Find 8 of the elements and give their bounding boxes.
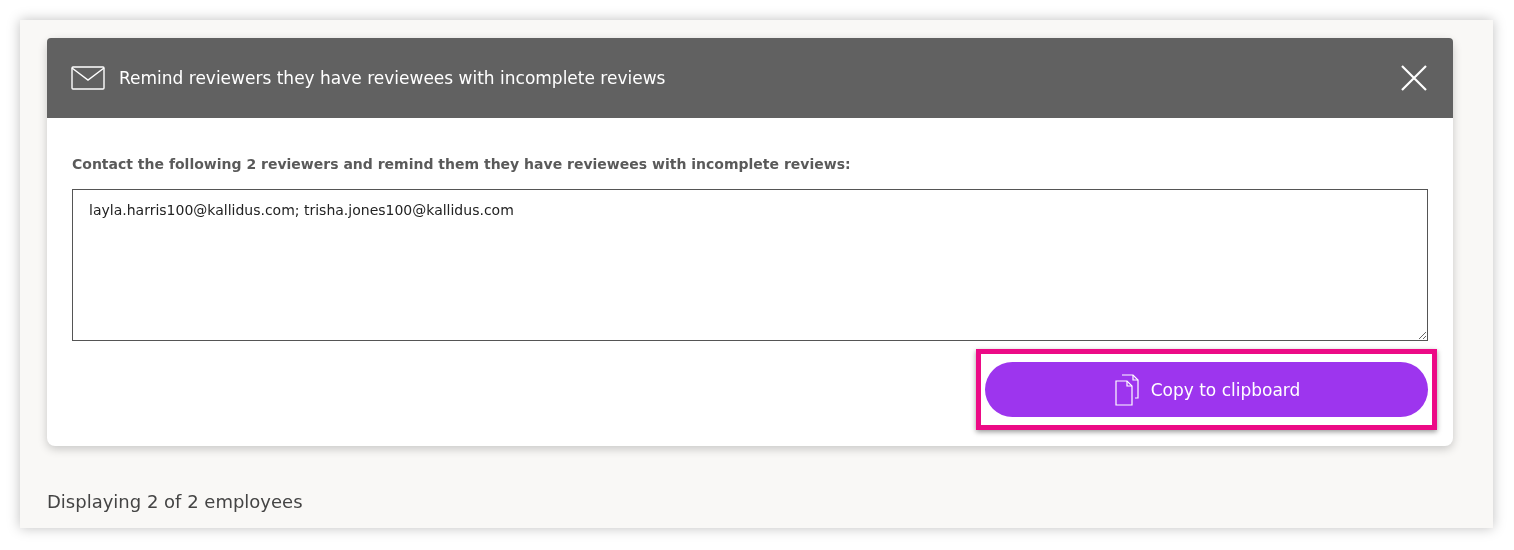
employee-count: Displaying 2 of 2 employees: [47, 491, 304, 512]
documents-icon: [1112, 373, 1141, 406]
close-button[interactable]: [1401, 65, 1427, 91]
envelope-icon: [71, 66, 105, 90]
instruction-text: Contact the following 2 reviewers and remind them they have reviewees with incomplete reviews:: [72, 156, 852, 172]
dialog-title: Remind reviewers they have reviewees with incomplete reviews: [119, 68, 667, 88]
copy-button[interactable]: Copy to clipboard: [985, 362, 1428, 417]
recipients-field[interactable]: layla.harris100@kallidus.com; trisha.jones100@kallidus.com: [72, 189, 1428, 341]
